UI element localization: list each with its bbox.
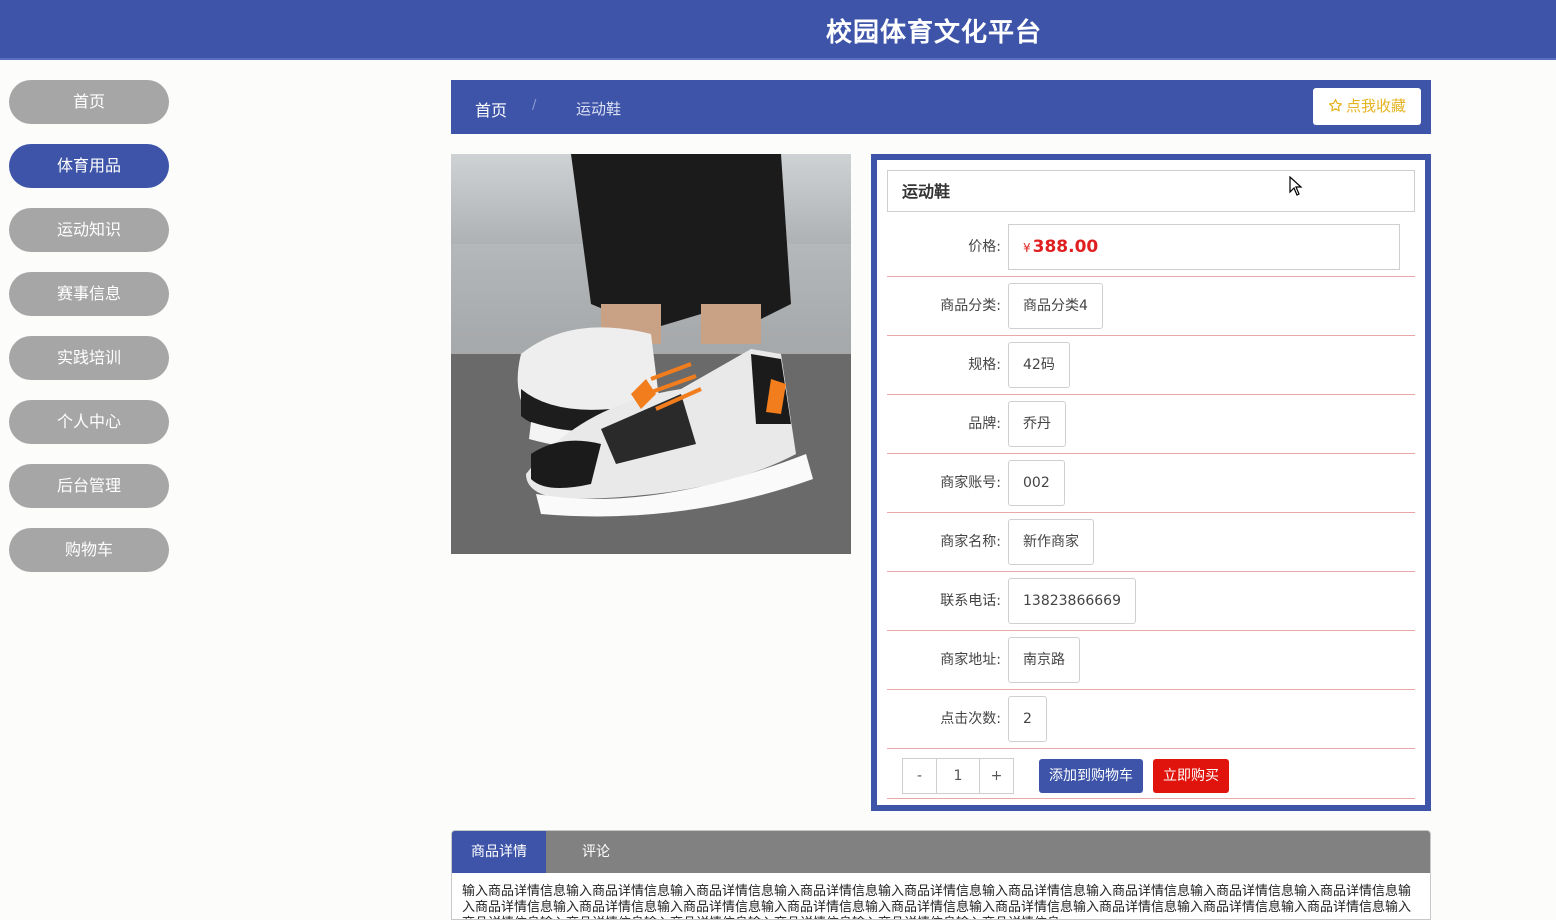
field-value: 13823866669 [1008,578,1136,624]
field-row-merchant-name: 商家名称: 新作商家 [887,513,1415,572]
tab-product-details[interactable]: 商品详情 [452,831,546,873]
star-outline-icon [1328,88,1343,125]
field-row-merchant-account: 商家账号: 002 [887,454,1415,513]
field-label: 点击次数: [940,711,1001,727]
buy-now-button[interactable]: 立即购买 [1153,759,1229,793]
favorite-button[interactable]: 点我收藏 [1313,88,1421,125]
field-label: 商品分类: [940,298,1001,314]
field-value: 002 [1008,460,1065,506]
sidebar-item-home[interactable]: 首页 [9,80,169,124]
product-image [451,154,851,554]
field-row-address: 商家地址: 南京路 [887,631,1415,690]
field-value: 商品分类4 [1008,283,1103,329]
quantity-input[interactable]: 1 [936,759,980,793]
sidebar-item-events[interactable]: 赛事信息 [9,272,169,316]
price-label: 价格: [968,239,1001,255]
sidebar-item-sports-knowledge[interactable]: 运动知识 [9,208,169,252]
product-info-panel: 运动鞋 价格: ¥388.00 商品分类: 商品分类4 规格: 42码 品牌: … [871,154,1431,811]
breadcrumb-home-link[interactable]: 首页 [475,97,507,121]
favorite-button-label: 点我收藏 [1345,97,1406,115]
quantity-decrement-button[interactable]: - [903,759,936,793]
field-value: 42码 [1008,342,1070,388]
field-value: 新作商家 [1008,519,1094,565]
tab-bar: 商品详情 评论 [452,831,1430,873]
field-label: 联系电话: [940,593,1001,609]
quantity-stepper: - 1 + [902,758,1014,794]
field-label: 商家账号: [940,475,1001,491]
breadcrumb-current: 运动鞋 [576,100,622,118]
breadcrumb: 首页 / 运动鞋 点我收藏 [451,80,1431,134]
product-tabs: 商品详情 评论 输入商品详情信息输入商品详情信息输入商品详情信息输入商品详情信息… [451,830,1431,920]
site-title: 校园体育文化平台 [826,18,1043,48]
field-row-click-count: 点击次数: 2 [887,690,1415,749]
field-value: 乔丹 [1008,401,1066,447]
field-row-brand: 品牌: 乔丹 [887,395,1415,454]
sidebar-item-profile[interactable]: 个人中心 [9,400,169,444]
sidebar-item-training[interactable]: 实践培训 [9,336,169,380]
product-title: 运动鞋 [887,170,1415,212]
field-label: 商家地址: [940,652,1001,668]
field-label: 品牌: [968,416,1001,432]
breadcrumb-separator: / [532,98,537,113]
field-row-phone: 联系电话: 13823866669 [887,572,1415,631]
sidebar-item-sports-goods[interactable]: 体育用品 [9,144,169,188]
field-row-category: 商品分类: 商品分类4 [887,277,1415,336]
quantity-increment-button[interactable]: + [980,759,1013,793]
field-value: 2 [1008,696,1047,742]
sidebar-item-cart[interactable]: 购物车 [9,528,169,572]
field-value: 南京路 [1008,637,1080,683]
field-label: 商家名称: [940,534,1001,550]
currency-symbol: ¥ [1023,241,1031,255]
divider [887,798,1415,799]
field-label: 规格: [968,357,1001,373]
top-header: 校园体育文化平台 [0,0,1556,60]
tab-comments[interactable]: 评论 [546,831,646,873]
price-value: ¥388.00 [1008,224,1400,270]
mouse-cursor-icon [1289,175,1303,200]
price-row: 价格: ¥388.00 [887,218,1415,277]
price-amount: 388.00 [1032,237,1099,257]
sidebar-item-admin[interactable]: 后台管理 [9,464,169,508]
product-detail-text: 输入商品详情信息输入商品详情信息输入商品详情信息输入商品详情信息输入商品详情信息… [462,884,1412,919]
add-to-cart-button[interactable]: 添加到购物车 [1039,759,1143,793]
field-row-spec: 规格: 42码 [887,336,1415,395]
